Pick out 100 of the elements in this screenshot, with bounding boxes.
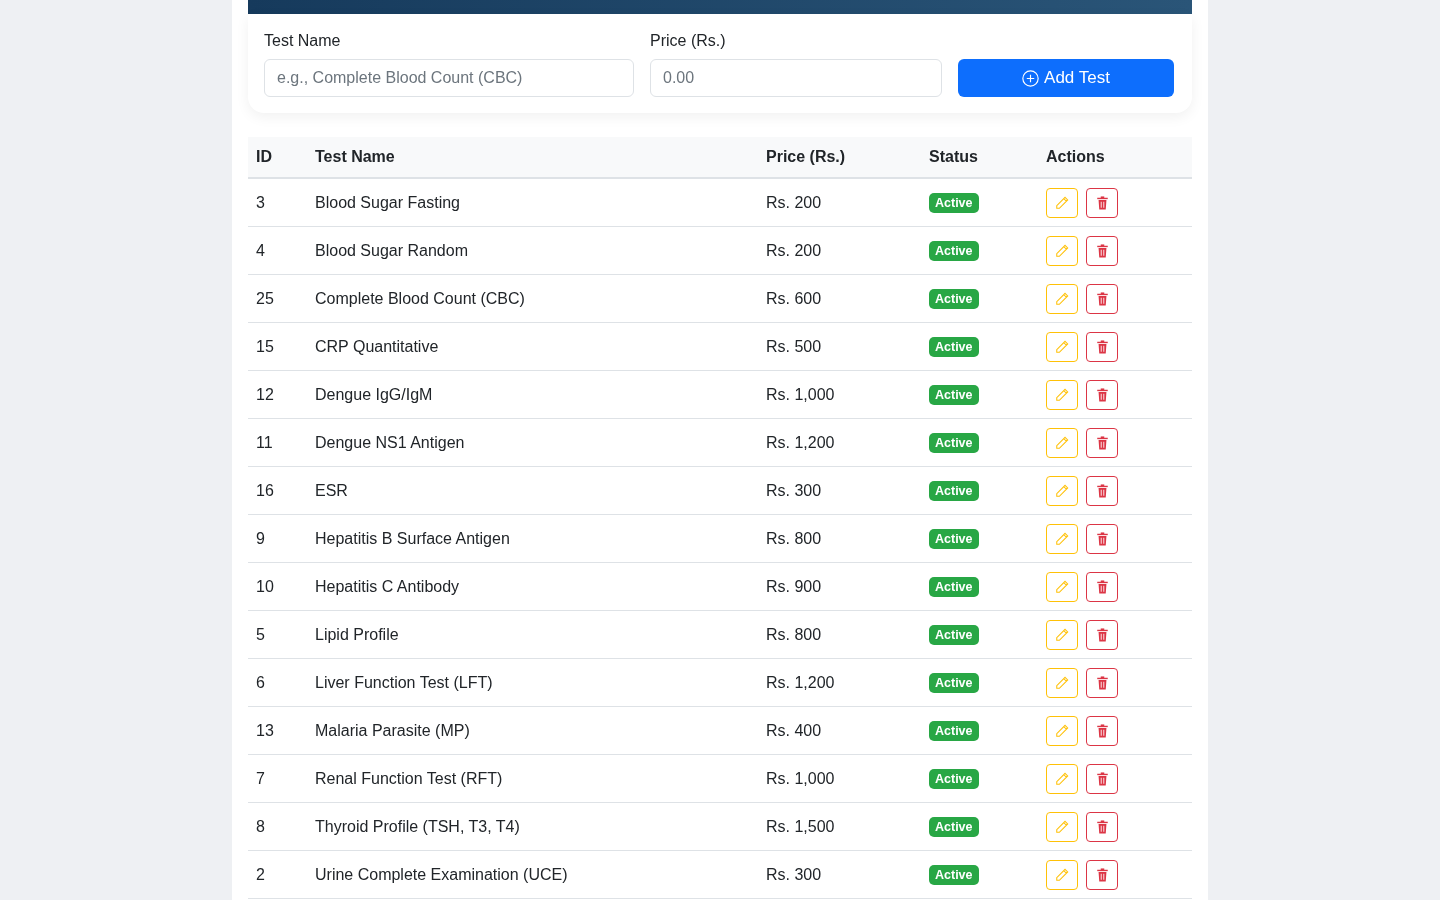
trash-icon <box>1095 579 1109 594</box>
table-cell: Rs. 1,000 <box>758 370 921 419</box>
pencil-icon <box>1055 387 1069 402</box>
pencil-icon <box>1055 771 1069 786</box>
table-cell: 7 <box>248 754 307 803</box>
table-cell: Rs. 900 <box>758 562 921 611</box>
pencil-icon <box>1055 675 1069 690</box>
table-cell: Complete Blood Count (CBC) <box>307 274 758 323</box>
column-header: Price (Rs.) <box>758 137 921 178</box>
table-cell: 9 <box>248 514 307 563</box>
table-cell: 12 <box>248 370 307 419</box>
trash-icon <box>1095 339 1109 354</box>
table-cell: Hepatitis B Surface Antigen <box>307 514 758 563</box>
table-cell: Liver Function Test (LFT) <box>307 658 758 707</box>
trash-icon <box>1095 483 1109 498</box>
table-cell: Rs. 200 <box>758 226 921 275</box>
delete-button[interactable] <box>1086 715 1118 746</box>
field-label: Test Name <box>264 32 342 50</box>
delete-button[interactable] <box>1086 811 1118 842</box>
status-badge: Active <box>929 576 979 597</box>
table-cell: Rs. 300 <box>758 466 921 515</box>
delete-button[interactable] <box>1086 331 1118 362</box>
pencil-icon <box>1055 531 1069 546</box>
table-cell: Dengue NS1 Antigen <box>307 418 758 467</box>
status-badge: Active <box>929 384 979 405</box>
table-cell: Blood Sugar Random <box>307 226 758 275</box>
table-cell: 10 <box>248 562 307 611</box>
pencil-icon <box>1055 435 1069 450</box>
status-badge: Active <box>929 816 979 837</box>
trash-icon <box>1095 531 1109 546</box>
table-cell: 2 <box>248 850 307 899</box>
table-cell: Rs. 500 <box>758 322 921 371</box>
status-badge: Active <box>929 432 979 453</box>
trash-icon <box>1095 627 1109 642</box>
table-cell: Rs. 1,200 <box>758 658 921 707</box>
trash-icon <box>1095 771 1109 786</box>
input-field[interactable]: e.g., Complete Blood Count (CBC) <box>264 59 634 97</box>
table-cell: Rs. 1,200 <box>758 418 921 467</box>
input-field[interactable]: 0.00 <box>650 59 942 97</box>
table-cell: Lipid Profile <box>307 610 758 659</box>
delete-button[interactable] <box>1086 763 1118 794</box>
status-badge: Active <box>929 720 979 741</box>
trash-icon <box>1095 435 1109 450</box>
trash-icon <box>1095 291 1109 306</box>
pencil-icon <box>1055 867 1069 882</box>
pencil-icon <box>1055 195 1069 210</box>
pencil-icon <box>1055 579 1069 594</box>
add-test-button[interactable]: Add Test <box>958 59 1174 97</box>
table-cell: 5 <box>248 610 307 659</box>
column-header: Actions <box>1038 137 1192 178</box>
delete-button[interactable] <box>1086 235 1118 266</box>
table-cell: 11 <box>248 418 307 467</box>
pencil-icon <box>1055 723 1069 738</box>
plus-circle-icon <box>1022 69 1040 87</box>
delete-button[interactable] <box>1086 859 1118 890</box>
delete-button[interactable] <box>1086 619 1118 650</box>
pencil-icon <box>1055 291 1069 306</box>
pencil-icon <box>1055 483 1069 498</box>
column-header: Test Name <box>307 137 758 178</box>
table-cell: Rs. 600 <box>758 274 921 323</box>
delete-button[interactable] <box>1086 379 1118 410</box>
trash-icon <box>1095 387 1109 402</box>
delete-button[interactable] <box>1086 427 1118 458</box>
table-cell: CRP Quantitative <box>307 322 758 371</box>
delete-button[interactable] <box>1086 475 1118 506</box>
table-cell: 3 <box>248 178 307 227</box>
delete-button[interactable] <box>1086 187 1118 218</box>
table-cell: 25 <box>248 274 307 323</box>
trash-icon <box>1095 243 1109 258</box>
delete-button[interactable] <box>1086 571 1118 602</box>
table-cell: Rs. 1,000 <box>758 754 921 803</box>
trash-icon <box>1095 723 1109 738</box>
delete-button[interactable] <box>1086 283 1118 314</box>
status-badge: Active <box>929 192 979 213</box>
status-badge: Active <box>929 624 979 645</box>
table-cell: Dengue IgG/IgM <box>307 370 758 419</box>
table-cell: 15 <box>248 322 307 371</box>
table-cell: ESR <box>307 466 758 515</box>
status-badge: Active <box>929 672 979 693</box>
column-header: ID <box>248 137 307 178</box>
table-cell: 8 <box>248 802 307 851</box>
table-cell: 16 <box>248 466 307 515</box>
status-badge: Active <box>929 240 979 261</box>
table-cell: Thyroid Profile (TSH, T3, T4) <box>307 802 758 851</box>
delete-button[interactable] <box>1086 667 1118 698</box>
delete-button[interactable] <box>1086 523 1118 554</box>
table-cell: Renal Function Test (RFT) <box>307 754 758 803</box>
table-cell: Rs. 800 <box>758 610 921 659</box>
table-cell: Rs. 800 <box>758 514 921 563</box>
status-badge: Active <box>929 768 979 789</box>
pencil-icon <box>1055 339 1069 354</box>
field-label: Price (Rs.) <box>650 32 727 50</box>
pencil-icon <box>1055 627 1069 642</box>
trash-icon <box>1095 867 1109 882</box>
status-badge: Active <box>929 528 979 549</box>
pencil-icon <box>1055 243 1069 258</box>
table-cell: 4 <box>248 226 307 275</box>
column-header: Status <box>921 137 1038 178</box>
trash-icon <box>1095 675 1109 690</box>
table-cell: Rs. 1,500 <box>758 802 921 851</box>
